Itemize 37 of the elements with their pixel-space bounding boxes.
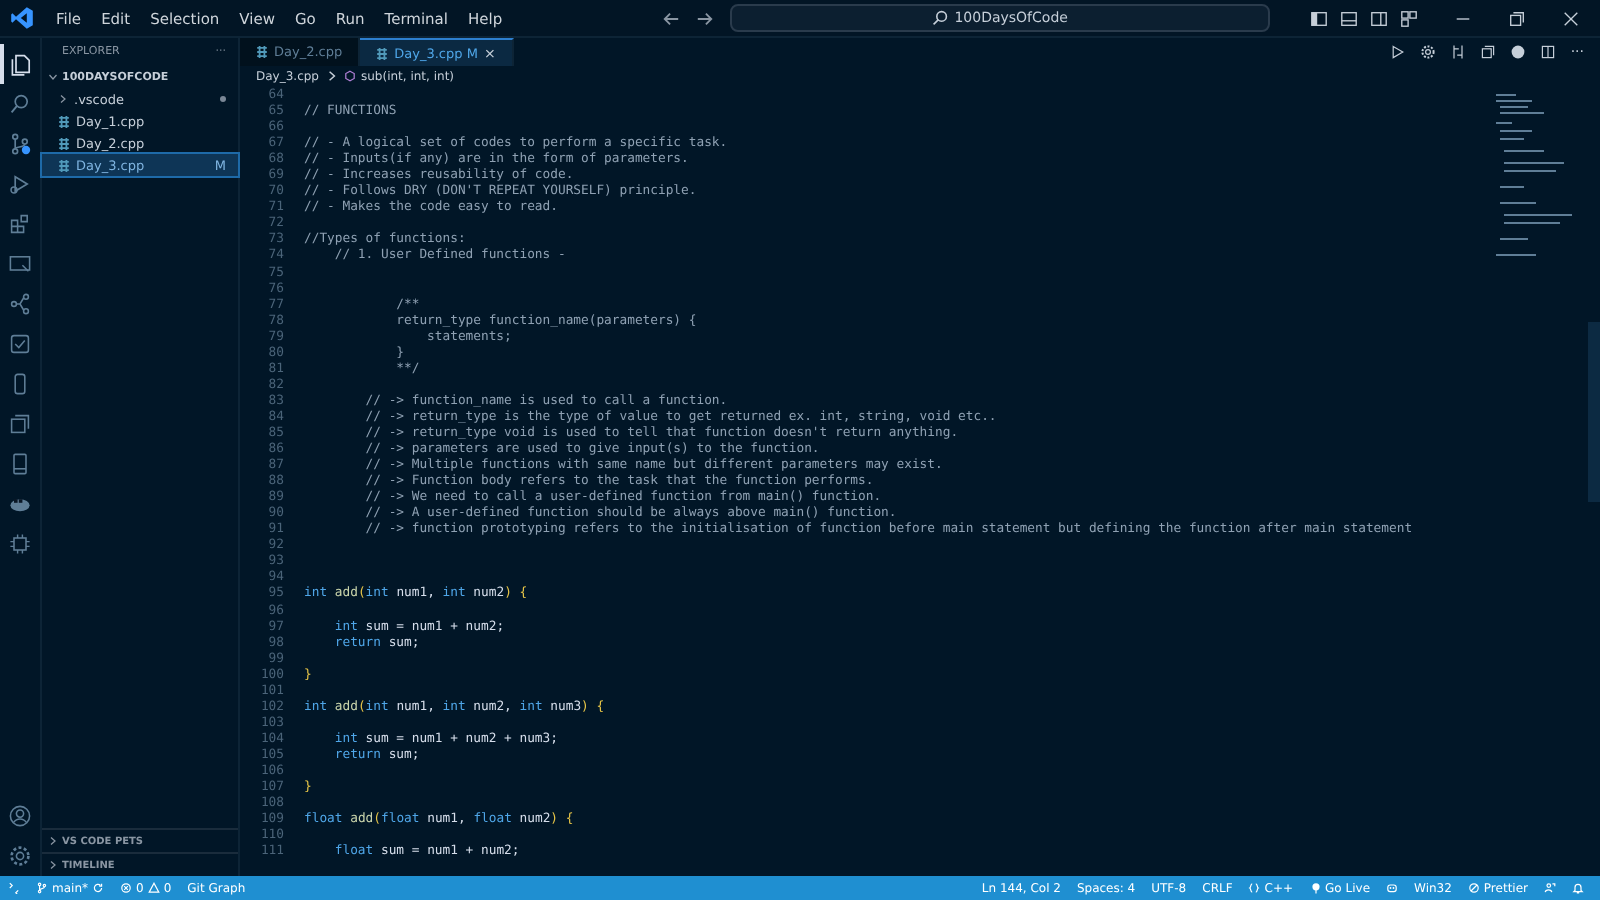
split-editor-icon[interactable] bbox=[1540, 44, 1557, 60]
file-icon bbox=[256, 46, 268, 58]
branch-icon bbox=[36, 882, 48, 894]
restore-icon[interactable] bbox=[1508, 9, 1526, 27]
forward-arrow-icon[interactable] bbox=[696, 9, 715, 27]
person-feedback-icon[interactable] bbox=[1544, 882, 1556, 894]
search-icon bbox=[932, 10, 949, 26]
error-icon bbox=[120, 882, 132, 894]
chevron-right-icon bbox=[48, 836, 58, 846]
braces-icon bbox=[1248, 882, 1261, 894]
file-icon bbox=[58, 115, 70, 127]
status-dot bbox=[220, 96, 226, 102]
remote-icon bbox=[8, 882, 20, 894]
file-icon bbox=[58, 159, 70, 171]
chevron-down-icon bbox=[48, 72, 58, 82]
file-icon bbox=[58, 137, 70, 149]
gear-icon[interactable] bbox=[1420, 44, 1437, 60]
sidebar-layout-icon[interactable] bbox=[1310, 9, 1328, 27]
cube-icon bbox=[343, 70, 355, 82]
panel-layout-icon[interactable] bbox=[1340, 9, 1358, 27]
scrollbar-thumb[interactable] bbox=[1588, 322, 1600, 502]
app-logo-icon bbox=[10, 6, 34, 30]
sync-icon bbox=[92, 882, 104, 894]
file-icon bbox=[376, 47, 389, 59]
chevron-right-icon bbox=[48, 860, 58, 870]
copy-icon[interactable] bbox=[1480, 44, 1497, 60]
split-layout-icon[interactable] bbox=[1370, 9, 1388, 27]
chevron-right-icon bbox=[58, 94, 68, 104]
run-icon[interactable] bbox=[1390, 44, 1407, 60]
compare-icon[interactable] bbox=[1450, 44, 1467, 60]
close-icon[interactable] bbox=[1562, 9, 1580, 27]
back-arrow-icon[interactable] bbox=[662, 9, 681, 27]
custom-layout-icon[interactable] bbox=[1400, 9, 1418, 27]
warning-icon bbox=[147, 882, 160, 894]
copilot-icon[interactable] bbox=[1386, 882, 1399, 894]
chevron-right-icon bbox=[325, 70, 337, 82]
bell-icon[interactable] bbox=[1572, 882, 1584, 894]
